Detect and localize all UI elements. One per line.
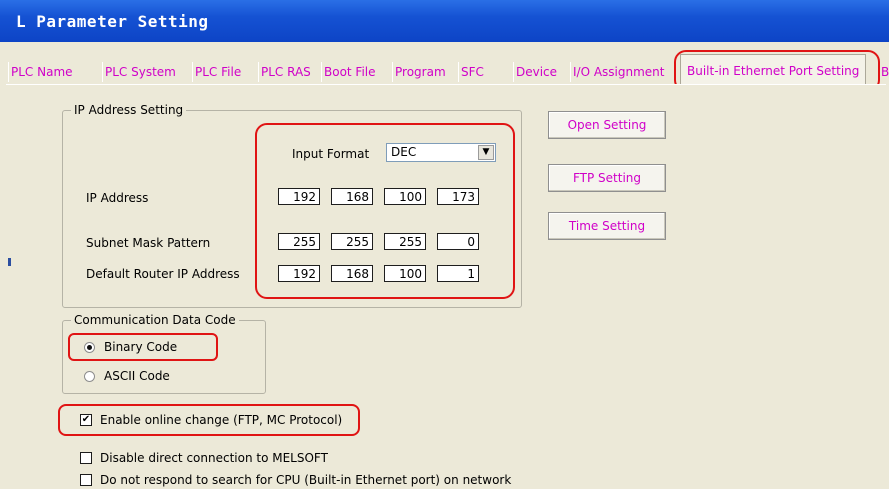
ip-address-label: IP Address <box>86 191 149 205</box>
ascii-code-label[interactable]: ASCII Code <box>104 369 170 383</box>
window-title: L Parameter Setting <box>16 12 209 31</box>
tab-plc-file[interactable]: PLC File <box>192 62 241 82</box>
time-setting-button[interactable]: Time Setting <box>548 212 666 240</box>
highlight-binary-code <box>68 333 218 361</box>
tab-sfc[interactable]: SFC <box>458 62 484 82</box>
ftp-setting-button[interactable]: FTP Setting <box>548 164 666 192</box>
open-setting-button[interactable]: Open Setting <box>548 111 666 139</box>
subnet-mask-label: Subnet Mask Pattern <box>86 236 211 250</box>
tab-io-assignment[interactable]: I/O Assignment <box>570 62 665 82</box>
tab-device[interactable]: Device <box>513 62 557 82</box>
ascii-code-radio[interactable] <box>84 371 95 382</box>
left-edge-marker <box>8 258 11 266</box>
tab-plc-ras[interactable]: PLC RAS <box>258 62 311 82</box>
disable-direct-checkbox[interactable] <box>80 452 92 464</box>
disable-direct-label[interactable]: Disable direct connection to MELSOFT <box>100 451 328 465</box>
tab-boot-file[interactable]: Boot File <box>321 62 376 82</box>
tab-program[interactable]: Program <box>392 62 446 82</box>
highlight-online-change <box>58 404 360 436</box>
no-respond-checkbox[interactable] <box>80 474 92 486</box>
tab-plc-name[interactable]: PLC Name <box>8 62 73 82</box>
tab-plc-system[interactable]: PLC System <box>102 62 176 82</box>
ip-address-group-title: IP Address Setting <box>71 103 187 117</box>
communication-data-code-title: Communication Data Code <box>71 313 239 327</box>
highlight-ip-settings <box>255 123 515 299</box>
default-router-label: Default Router IP Address <box>86 267 240 281</box>
no-respond-label[interactable]: Do not respond to search for CPU (Built-… <box>100 473 511 487</box>
title-bar: L Parameter Setting <box>0 0 889 42</box>
